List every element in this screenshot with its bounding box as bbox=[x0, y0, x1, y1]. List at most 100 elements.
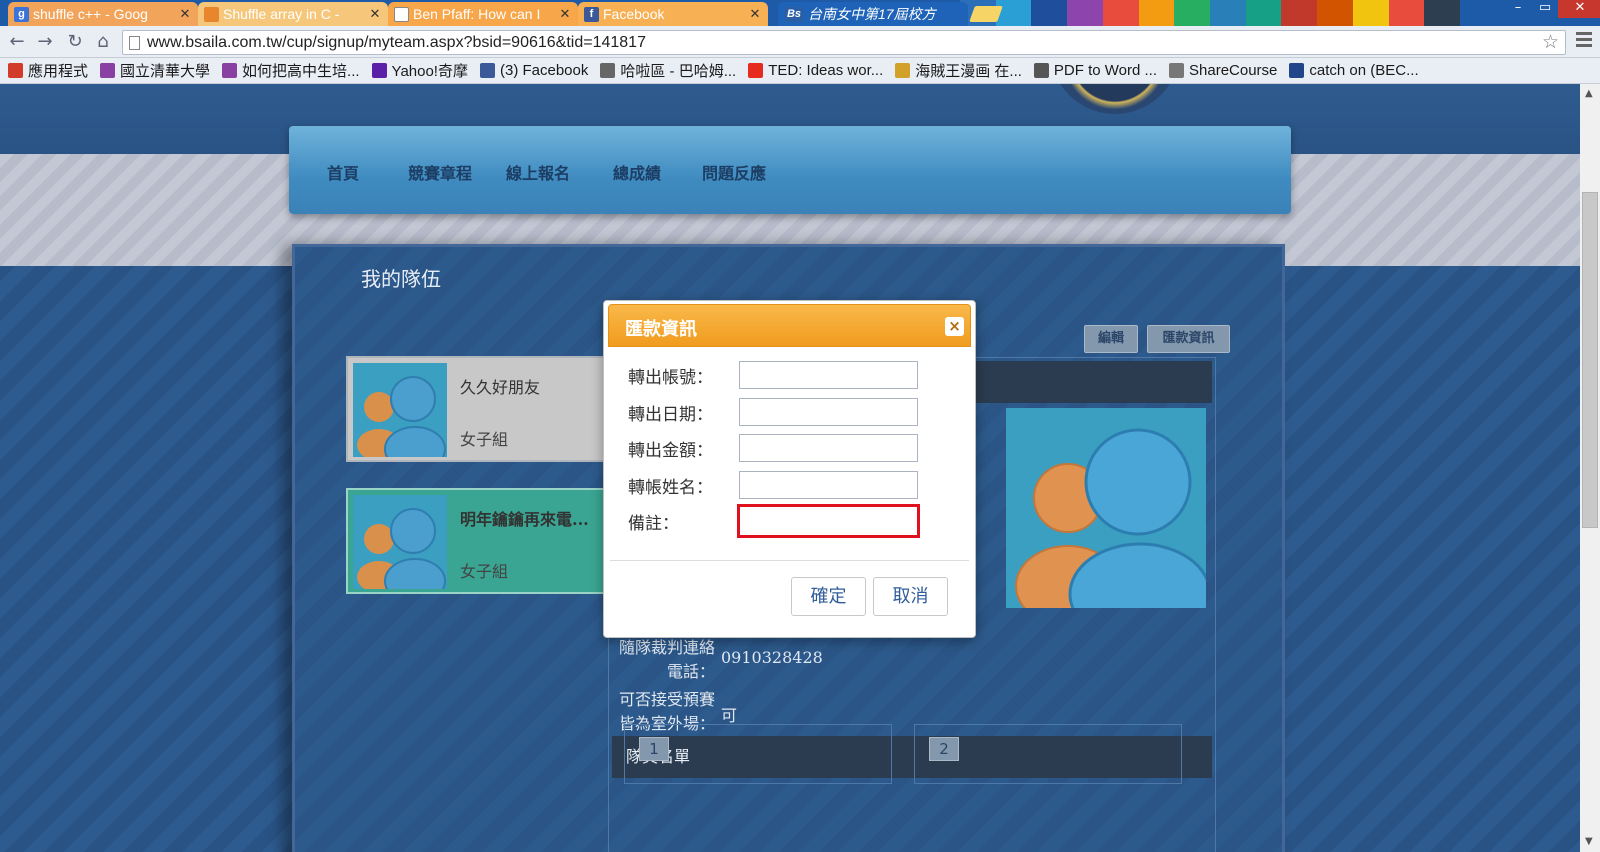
tab-label: 台南女中第17屆校方 bbox=[808, 6, 936, 22]
page-title: 我的隊伍 bbox=[361, 267, 441, 291]
main-nav: 首頁 競賽章程 線上報名 總成績 問題反應 bbox=[289, 126, 1291, 214]
nav-home[interactable]: 首頁 bbox=[327, 160, 359, 184]
member-slot: 1 bbox=[624, 724, 892, 784]
amount-input[interactable] bbox=[739, 434, 918, 462]
user-group-icon bbox=[357, 508, 446, 589]
bookmark-icon bbox=[895, 63, 911, 78]
close-window-button[interactable]: ✕ bbox=[1558, 0, 1600, 18]
bookmark-item[interactable]: 海賊王漫画 在... bbox=[895, 60, 1022, 81]
forward-arrow-icon[interactable]: → bbox=[34, 31, 56, 53]
frame-stripe bbox=[1102, 0, 1139, 26]
team-large-avatar bbox=[1006, 408, 1206, 608]
close-icon[interactable]: ✕ bbox=[178, 6, 192, 22]
bookmark-icon bbox=[600, 63, 616, 78]
frame-stripe bbox=[1317, 0, 1353, 26]
bookmark-label: 應用程式 bbox=[28, 63, 89, 80]
team-avatar bbox=[353, 363, 447, 457]
date-input[interactable] bbox=[739, 398, 918, 426]
close-icon[interactable]: ✕ bbox=[368, 6, 382, 22]
hamburger-menu-icon[interactable] bbox=[1576, 32, 1592, 50]
bookmark-item[interactable]: PDF to Word ... bbox=[1033, 62, 1157, 79]
team-avatar bbox=[353, 495, 447, 589]
bookmark-icon bbox=[371, 63, 387, 78]
bookmark-item[interactable]: ShareCourse bbox=[1169, 62, 1277, 79]
account-input[interactable] bbox=[739, 361, 918, 389]
frame-stripe bbox=[1067, 0, 1103, 26]
bookmark-label: ShareCourse bbox=[1189, 62, 1278, 79]
browser-tab-strip: g shuffle c++ - Goog ✕ Shuffle array in … bbox=[0, 0, 1600, 26]
bookmark-label: 如何把高中生培... bbox=[242, 63, 360, 80]
tab-label: Facebook bbox=[603, 6, 665, 22]
url-text[interactable]: www.bsaila.com.tw/cup/signup/myteam.aspx… bbox=[147, 34, 646, 52]
bookmark-label: 國立清華大學 bbox=[120, 63, 211, 80]
tab-facebook[interactable]: f Facebook ✕ bbox=[578, 2, 768, 26]
bookmark-icon bbox=[1169, 63, 1185, 78]
bookmark-item[interactable]: 國立清華大學 bbox=[100, 60, 210, 81]
nav-rules[interactable]: 競賽章程 bbox=[408, 160, 472, 184]
frame-stripe bbox=[1138, 0, 1175, 26]
team-group: 女子組 bbox=[460, 430, 509, 449]
tab-label: Shuffle array in C - bbox=[223, 6, 340, 22]
note-input[interactable] bbox=[737, 504, 920, 538]
remit-info-dialog: 匯款資訊 × 轉出帳號： 轉出日期： 轉出金額： 轉帳姓名： 備註： 確定 取消 bbox=[603, 300, 976, 638]
team-card[interactable]: 明年鑰鑰再來電... 女子組 bbox=[346, 488, 606, 594]
tab-ben-pfaff[interactable]: Ben Pfaff: How can I ✕ bbox=[388, 2, 578, 26]
tab-shuffle-cpp[interactable]: g shuffle c++ - Goog ✕ bbox=[8, 2, 198, 26]
tab-tainan-girls-active[interactable]: Bs 台南女中第17屆校方 bbox=[778, 2, 968, 26]
detail-value: 0910328428 bbox=[721, 648, 823, 667]
address-bar[interactable]: www.bsaila.com.tw/cup/signup/myteam.aspx… bbox=[122, 30, 1566, 55]
nav-results[interactable]: 總成績 bbox=[613, 160, 661, 184]
bookmark-icon bbox=[1033, 63, 1049, 78]
team-name: 明年鑰鑰再來電... bbox=[460, 510, 589, 529]
transfer-name-input[interactable] bbox=[739, 471, 918, 499]
dialog-title: 匯款資訊 bbox=[625, 319, 697, 340]
member-number: 2 bbox=[929, 737, 959, 761]
tab-shuffle-array[interactable]: Shuffle array in C - ✕ bbox=[198, 2, 388, 26]
scroll-up-icon[interactable]: ▲ bbox=[1585, 88, 1593, 99]
maximize-button[interactable]: ▭ bbox=[1532, 0, 1558, 18]
frame-stripe bbox=[1245, 0, 1282, 26]
account-label: 轉出帳號： bbox=[628, 368, 713, 388]
tab-label: Ben Pfaff: How can I bbox=[413, 6, 541, 22]
frame-stripe bbox=[1031, 0, 1068, 26]
bookmark-item[interactable]: (3) Facebook bbox=[479, 62, 588, 79]
bookmark-star-icon[interactable]: ☆ bbox=[1542, 31, 1559, 53]
frame-stripe bbox=[995, 0, 1032, 26]
confirm-button[interactable]: 確定 bbox=[791, 577, 866, 616]
minimize-button[interactable]: – bbox=[1505, 0, 1531, 18]
reload-icon[interactable]: ↻ bbox=[64, 31, 86, 53]
close-icon[interactable]: ✕ bbox=[558, 6, 572, 22]
close-icon[interactable]: ✕ bbox=[748, 6, 762, 22]
close-icon[interactable]: × bbox=[945, 317, 964, 336]
frame-stripe bbox=[1210, 0, 1246, 26]
page-icon bbox=[394, 6, 409, 22]
edit-button[interactable]: 編輯 bbox=[1084, 325, 1138, 353]
bookmarks-bar: 應用程式 國立清華大學 如何把高中生培... Yahoo!奇摩 (3) Facebook… bbox=[0, 58, 1600, 84]
bookmark-label: 海賊王漫画 在... bbox=[915, 63, 1022, 80]
bookmark-item[interactable]: 如何把高中生培... bbox=[222, 60, 360, 81]
remit-info-button[interactable]: 匯款資訊 bbox=[1147, 325, 1230, 353]
frame-stripe bbox=[1388, 0, 1425, 26]
bookmark-icon bbox=[100, 63, 116, 78]
bookmark-item[interactable]: TED: Ideas wor... bbox=[748, 62, 883, 79]
bookmark-label: Yahoo!奇摩 bbox=[391, 63, 468, 80]
detail-value: 可 bbox=[721, 706, 738, 725]
page-scrollbar[interactable]: ▲ ▼ bbox=[1580, 84, 1600, 852]
scroll-down-icon[interactable]: ▼ bbox=[1585, 836, 1593, 847]
detail-label: 隨隊裁判連絡電話： bbox=[619, 638, 716, 681]
back-arrow-icon[interactable]: ← bbox=[6, 31, 28, 53]
frame-stripe bbox=[1174, 0, 1211, 26]
nav-signup[interactable]: 線上報名 bbox=[506, 160, 570, 184]
frame-stripe bbox=[1281, 0, 1318, 26]
bookmark-item[interactable]: 應用程式 bbox=[8, 60, 88, 81]
home-icon[interactable]: ⌂ bbox=[92, 31, 114, 53]
bookmark-item[interactable]: 哈啦區 - 巴哈姆... bbox=[600, 60, 736, 81]
scrollbar-thumb[interactable] bbox=[1582, 192, 1598, 528]
tab-label: shuffle c++ - Goog bbox=[33, 6, 148, 22]
nav-feedback[interactable]: 問題反應 bbox=[702, 160, 766, 184]
cancel-button[interactable]: 取消 bbox=[873, 577, 948, 616]
bookmark-item[interactable]: Yahoo!奇摩 bbox=[371, 60, 468, 81]
bookmark-item[interactable]: catch on (BEC... bbox=[1289, 62, 1419, 79]
new-tab-button[interactable] bbox=[969, 6, 1003, 22]
team-card[interactable]: 久久好朋友 女子組 bbox=[346, 356, 606, 462]
